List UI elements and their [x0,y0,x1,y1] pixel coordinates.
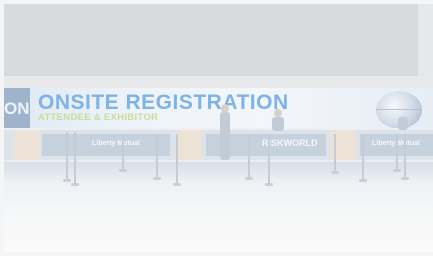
ceiling-edge [418,4,433,76]
queue-post-base [119,169,127,172]
banner-left-panel: ON [4,88,30,130]
queue-post-base [173,183,181,186]
queue-post-base [153,177,161,180]
queue-post [396,134,398,170]
ceiling [4,4,418,76]
queue-post [66,132,68,180]
queue-post [122,134,124,170]
queue-post-base [63,179,71,182]
queue-post [362,134,364,180]
desk-pillar [176,130,202,160]
banner-left-text: ON [4,99,30,118]
person [398,117,408,130]
person-head [274,109,282,117]
desk-panel-text: RISKWORLD [262,138,318,148]
queue-post-base [265,183,273,186]
queue-post [248,134,250,178]
queue-post-base [393,169,401,172]
person-head [221,104,229,113]
registration-hall-photo: ON ONSITE REGISTRATION ATTENDEE & EXHIBI… [0,0,433,256]
queue-post-base [401,177,409,180]
desk-panel-text: Liberty Mutual [92,140,140,147]
queue-post-base [71,183,79,186]
queue-post-base [359,179,367,182]
queue-post [156,134,158,178]
desk-pillar [14,130,40,160]
banner-subtitle: ATTENDEE & EXHIBITOR [38,112,159,123]
queue-post-base [245,177,253,180]
queue-post [176,134,178,184]
person [220,112,230,160]
globe-line [376,109,422,110]
queue-post [268,134,270,184]
queue-post-base [331,171,339,174]
registration-banner: ON ONSITE REGISTRATION ATTENDEE & EXHIBI… [4,88,433,130]
queue-post [74,132,76,184]
queue-post [404,134,406,178]
person [272,117,284,131]
soffit [4,76,433,88]
queue-post [334,134,336,172]
